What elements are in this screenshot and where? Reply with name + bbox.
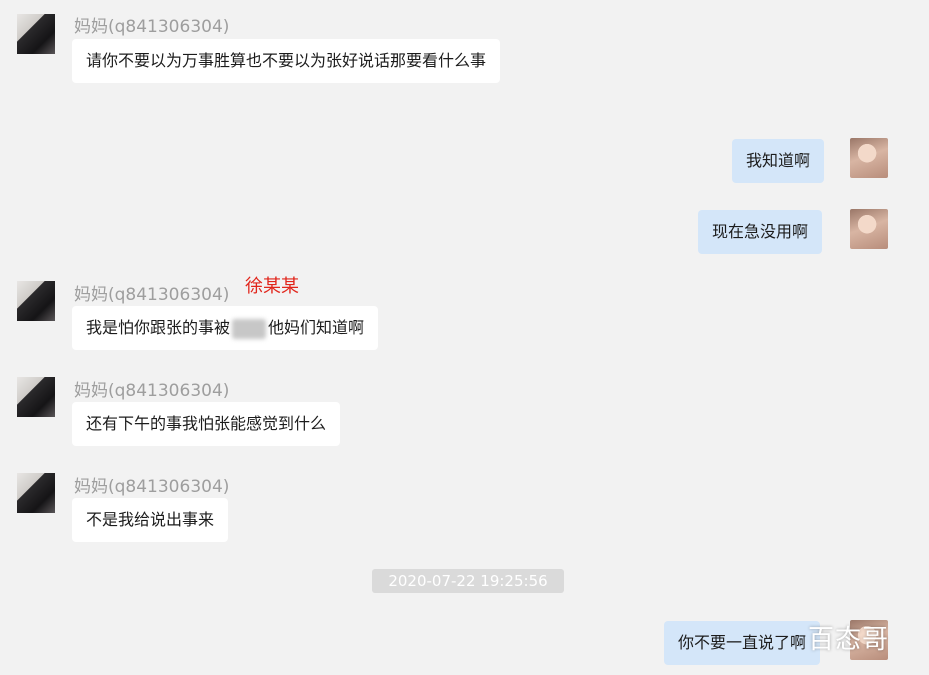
annotation-label: 徐某某	[245, 276, 299, 297]
message-text: 请你不要以为万事胜算也不要以为张好说话那要看什么事	[86, 51, 487, 70]
message-text: 你不要一直说了啊	[678, 633, 807, 652]
timestamp-divider: 2020-07-22 19:25:56	[372, 569, 564, 593]
message-bubble[interactable]: 现在急没用啊	[698, 210, 823, 254]
avatar-mom[interactable]	[17, 473, 55, 513]
avatar-mom[interactable]	[17, 377, 55, 417]
message-bubble[interactable]: 不是我给说出事来	[72, 498, 229, 542]
sender-name: 妈妈(q841306304)	[74, 381, 230, 401]
message-text: 我知道啊	[746, 151, 811, 170]
message-bubble[interactable]: 你不要一直说了啊	[664, 621, 821, 665]
message-bubble[interactable]: 请你不要以为万事胜算也不要以为张好说话那要看什么事	[72, 39, 500, 83]
message-bubble[interactable]: 我知道啊	[732, 139, 825, 183]
avatar-mom[interactable]	[17, 14, 55, 54]
avatar-me[interactable]	[850, 138, 888, 178]
sender-name: 妈妈(q841306304)	[74, 477, 230, 497]
message-text: 他妈们知道啊	[268, 318, 365, 337]
message-text: 还有下午的事我怕张能感觉到什么	[86, 414, 327, 433]
sender-name: 妈妈(q841306304)	[74, 285, 230, 305]
sender-name: 妈妈(q841306304)	[74, 17, 230, 37]
message-bubble[interactable]: 我是怕你跟张的事被 他妈们知道啊	[72, 306, 379, 350]
avatar-mom[interactable]	[17, 281, 55, 321]
message-text: 我是怕你跟张的事被	[86, 318, 231, 337]
redacted-blur	[232, 318, 267, 339]
message-text: 现在急没用啊	[712, 222, 809, 241]
message-text: 不是我给说出事来	[86, 510, 215, 529]
avatar-me[interactable]	[850, 209, 888, 249]
watermark: 百态哥	[808, 625, 890, 655]
message-bubble[interactable]: 还有下午的事我怕张能感觉到什么	[72, 402, 341, 446]
